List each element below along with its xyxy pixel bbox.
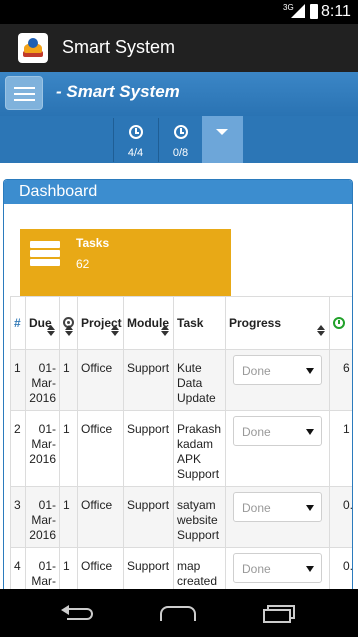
system-nav-bar: [0, 589, 358, 637]
timer-count: 0/8: [172, 147, 189, 159]
row-due: 01-Mar-2016: [25, 349, 60, 411]
status-time: 8:11: [321, 3, 351, 20]
dashboard-panel: Dashboard Tasks 62 # Due Project Module …: [3, 179, 353, 599]
column-header-due[interactable]: Due: [25, 296, 60, 350]
tasks-card[interactable]: Tasks 62: [20, 229, 231, 296]
dropdown-arrow-icon: [306, 368, 314, 374]
battery-icon: [310, 4, 318, 19]
row-due: 01-Mar-2016: [25, 410, 60, 487]
row-progress: Done: [225, 410, 330, 487]
row-project: Office: [77, 410, 124, 487]
row-number: 2: [10, 410, 26, 487]
row-task: Kute Data Update: [173, 349, 226, 411]
panel-header: Dashboard: [4, 180, 352, 204]
back-icon[interactable]: [61, 605, 95, 621]
row-task: satyam website Support: [173, 486, 226, 548]
column-header-module[interactable]: Module: [123, 296, 174, 350]
table-row[interactable]: 2 01-Mar-2016 1 Office Support Prakash k…: [10, 410, 352, 487]
dropdown-toggle-button[interactable]: [202, 116, 243, 163]
sub-toolbar: 4/4 0/8: [0, 116, 358, 163]
row-priority: 1: [59, 486, 78, 548]
sort-icon: [111, 325, 119, 337]
progress-select[interactable]: Done: [233, 553, 322, 583]
row-number: 3: [10, 486, 26, 548]
column-header-priority[interactable]: [59, 296, 78, 350]
table-header-row: # Due Project Module Task Progress: [10, 296, 352, 350]
timer-tile-1[interactable]: 4/4: [113, 118, 157, 162]
row-progress: Done: [225, 486, 330, 548]
progress-select[interactable]: Done: [233, 355, 322, 385]
sort-icon: [65, 325, 73, 337]
progress-select[interactable]: Done: [233, 416, 322, 446]
tasks-label: Tasks: [76, 236, 110, 250]
tasks-count: 62: [76, 257, 90, 271]
row-number: 1: [10, 349, 26, 411]
dropdown-arrow-icon: [306, 505, 314, 511]
signal-icon: [291, 4, 305, 18]
clock-icon: [333, 316, 345, 329]
row-progress: Done: [225, 349, 330, 411]
caret-down-icon: [216, 129, 228, 135]
column-header-time[interactable]: [329, 296, 352, 350]
column-header-number[interactable]: #: [10, 296, 26, 350]
status-bar: 3G 8:11: [0, 0, 358, 24]
sort-icon: [161, 325, 169, 337]
app-logo-icon[interactable]: [18, 33, 48, 63]
row-time: 6: [329, 349, 352, 411]
table-row[interactable]: 1 01-Mar-2016 1 Office Support Kute Data…: [10, 349, 352, 411]
action-bar: Smart System: [0, 24, 358, 72]
row-time: 1: [329, 410, 352, 487]
row-module: Support: [123, 349, 174, 411]
row-due: 01-Mar-2016: [25, 486, 60, 548]
nav-bar: - Smart System: [0, 72, 358, 116]
row-project: Office: [77, 486, 124, 548]
row-project: Office: [77, 349, 124, 411]
tasks-table-wrapper[interactable]: # Due Project Module Task Progress 1 01-…: [10, 296, 352, 599]
timer-tile-2[interactable]: 0/8: [158, 118, 202, 162]
dropdown-arrow-icon: [306, 429, 314, 435]
menu-toggle-button[interactable]: [5, 76, 43, 110]
row-module: Support: [123, 486, 174, 548]
progress-select[interactable]: Done: [233, 492, 322, 522]
sort-icon: [47, 325, 55, 337]
row-task: Prakash kadam APK Support: [173, 410, 226, 487]
dropdown-arrow-icon: [306, 566, 314, 572]
column-header-project[interactable]: Project: [77, 296, 124, 350]
panel-title: Dashboard: [19, 183, 98, 200]
recent-apps-icon[interactable]: [263, 605, 295, 623]
tasks-table: # Due Project Module Task Progress 1 01-…: [10, 296, 352, 599]
row-priority: 1: [59, 410, 78, 487]
clock-icon: [128, 125, 143, 139]
stack-icon: [30, 241, 60, 267]
brand-title: - Smart System: [56, 82, 180, 101]
table-row[interactable]: 3 01-Mar-2016 1 Office Support satyam we…: [10, 486, 352, 548]
clock-icon: [173, 125, 188, 139]
timer-count: 4/4: [127, 147, 144, 159]
row-time: 0.5: [329, 486, 352, 548]
column-header-task[interactable]: Task: [173, 296, 226, 350]
row-priority: 1: [59, 349, 78, 411]
row-module: Support: [123, 410, 174, 487]
home-icon[interactable]: [160, 606, 196, 621]
sort-icon: [317, 325, 325, 337]
column-header-progress[interactable]: Progress: [225, 296, 330, 350]
app-title: Smart System: [62, 37, 176, 57]
